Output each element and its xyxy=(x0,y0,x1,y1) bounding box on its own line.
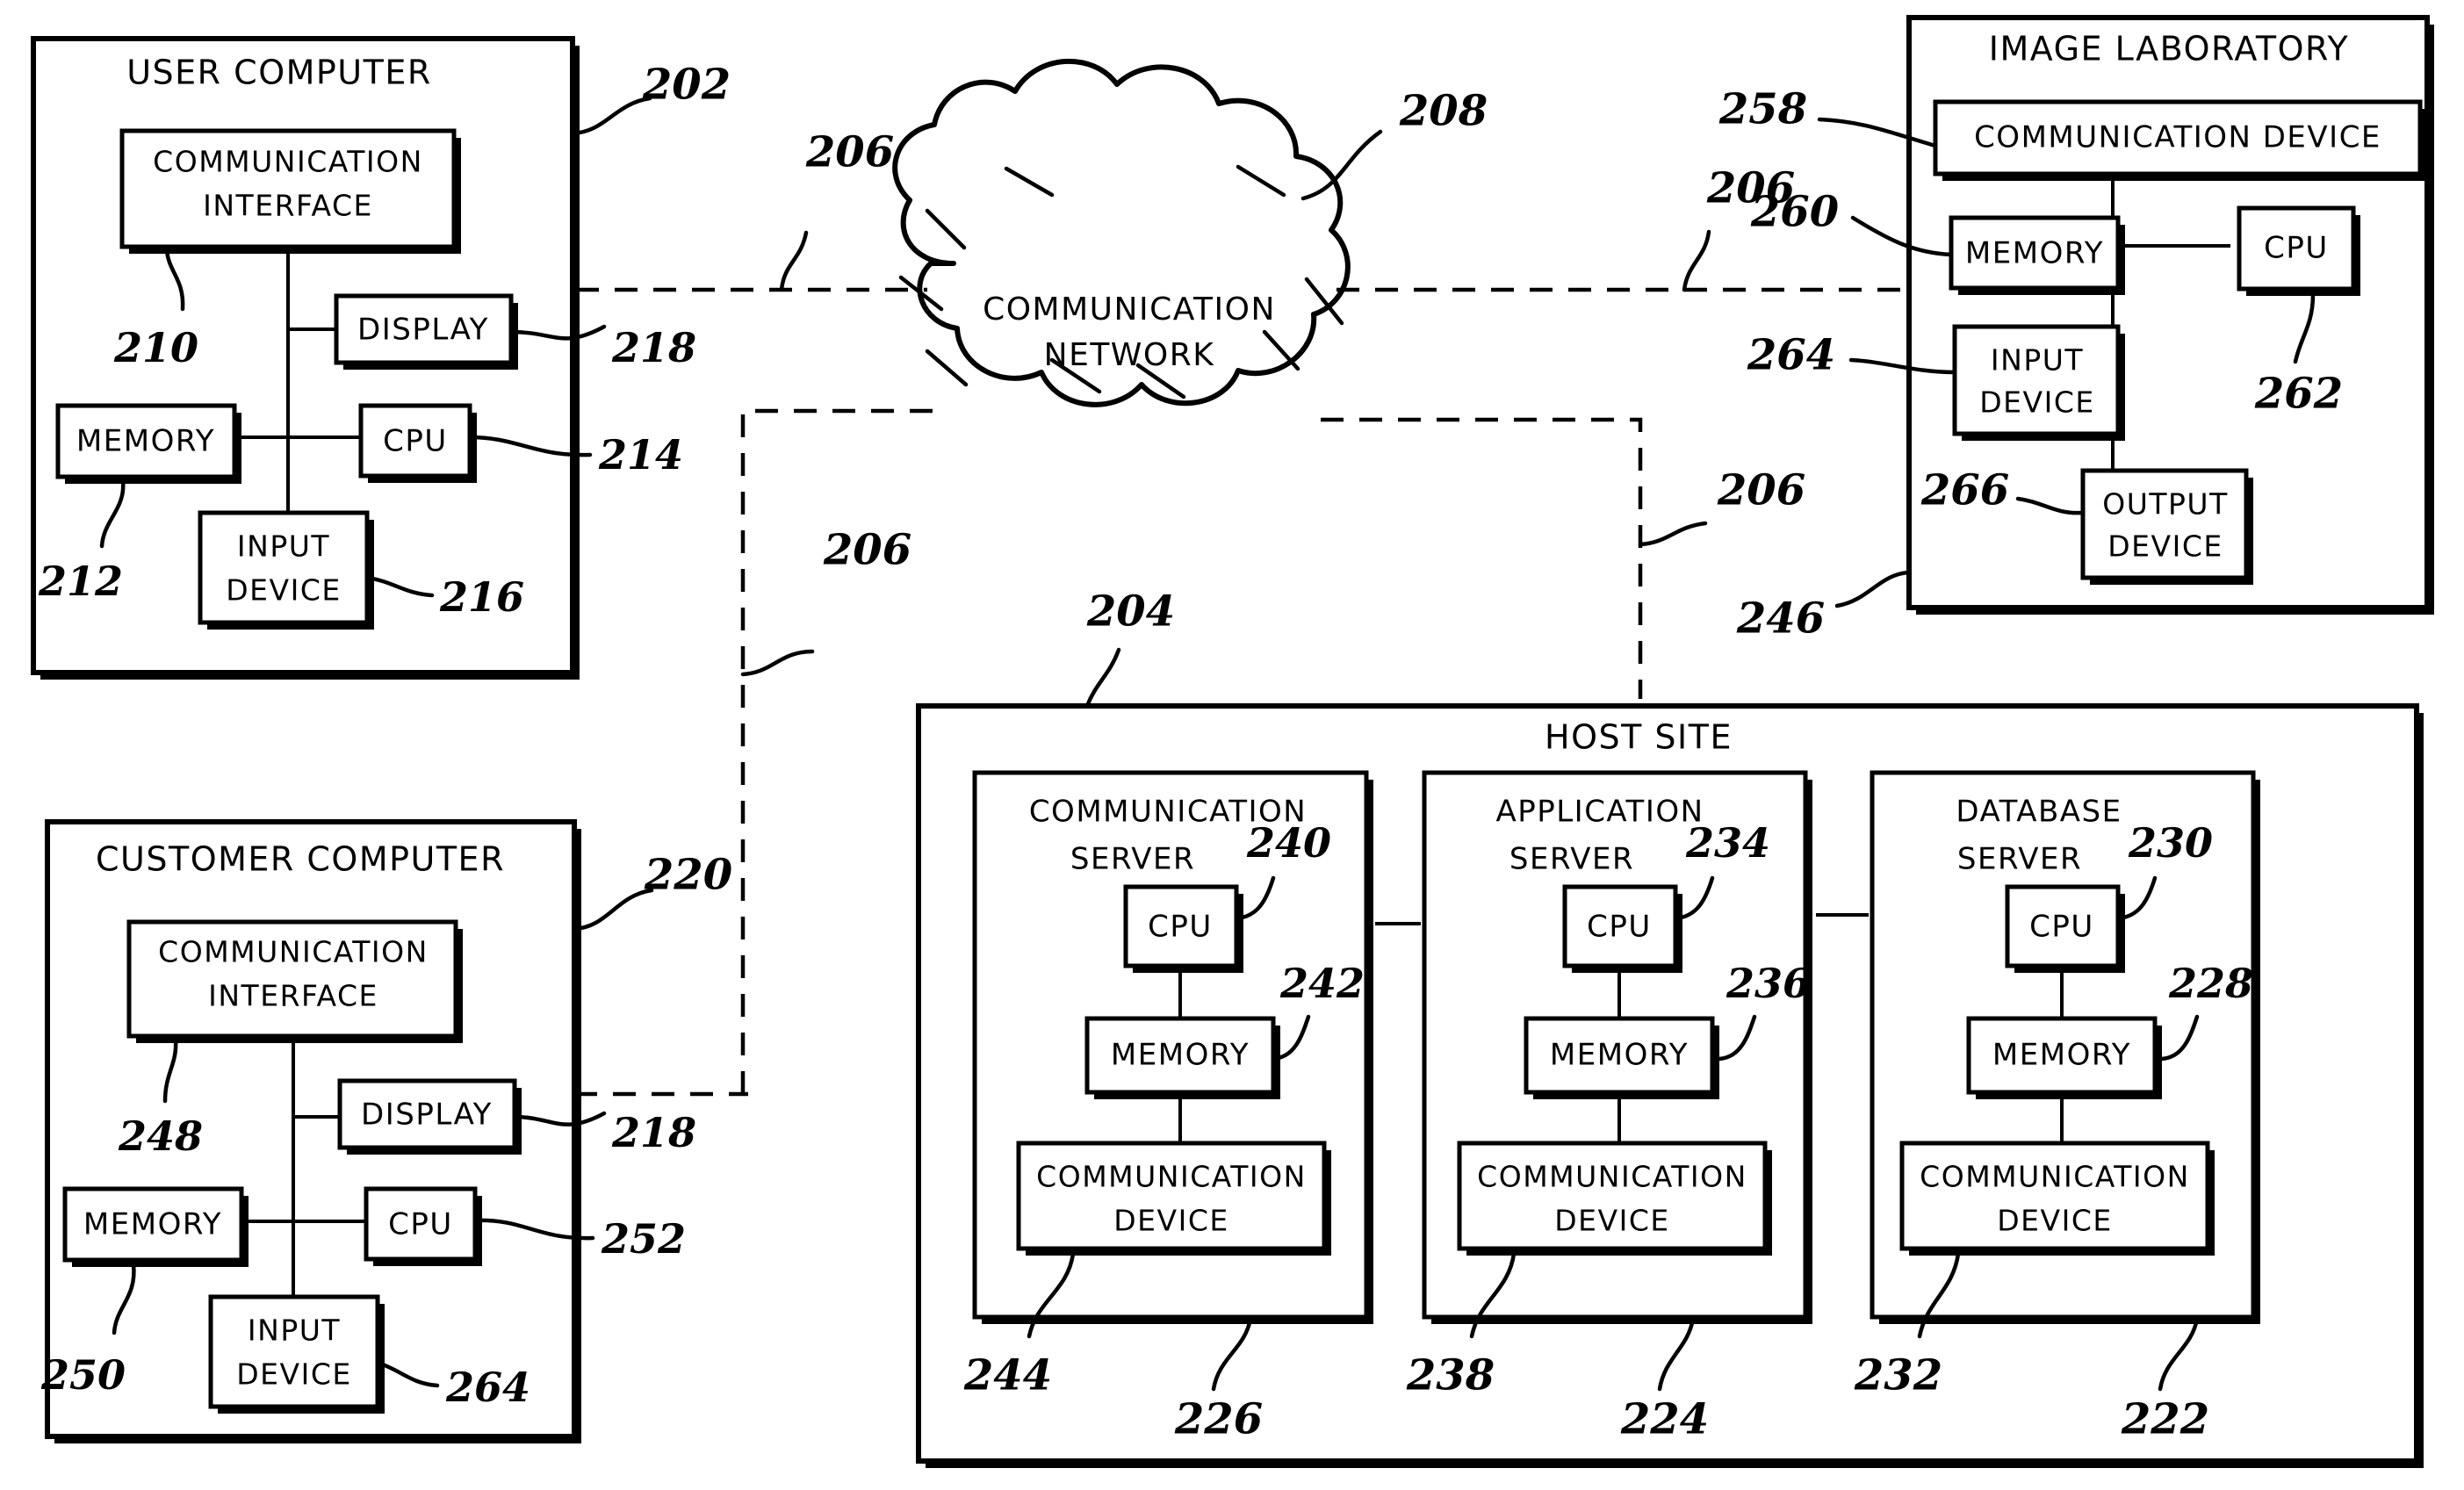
il-cpu-label: CPU xyxy=(2264,231,2329,266)
as-commdev-label-1: COMMUNICATION xyxy=(1477,1160,1747,1194)
as-memory-ref: 236 xyxy=(1726,960,1811,1007)
uc-cpu-label: CPU xyxy=(383,424,448,459)
uc-display-ref: 218 xyxy=(611,324,696,371)
host-site-ref: 204 xyxy=(1086,587,1175,637)
cc-display-label: DISPLAY xyxy=(361,1098,493,1133)
ds-commdev-ref: 232 xyxy=(1854,1351,1942,1400)
customer-computer-leader xyxy=(572,888,654,932)
cs-title-2: SERVER xyxy=(1070,842,1195,877)
uc-input-label-2: DEVICE xyxy=(226,573,341,608)
il-cpu-ref: 262 xyxy=(2254,370,2343,419)
cs-commdev-label-2: DEVICE xyxy=(1113,1204,1228,1238)
cc-cpu-label: CPU xyxy=(388,1207,453,1242)
link-206c-leader xyxy=(740,649,815,677)
cc-input-label-1: INPUT xyxy=(248,1314,341,1348)
panel-host-site: HOST SITE 204 COMMUNICATION SERVER CPU 2… xyxy=(916,587,2424,1468)
host-site-title: HOST SITE xyxy=(1545,718,1733,757)
uc-display-label: DISPLAY xyxy=(357,313,489,348)
cc-memory-ref: 250 xyxy=(40,1351,126,1399)
image-lab-leader xyxy=(1834,570,1912,608)
ds-server-ref: 222 xyxy=(2121,1395,2209,1444)
user-computer-title: USER COMPUTER xyxy=(126,54,432,92)
uc-input-ref: 216 xyxy=(439,573,524,621)
panel-user-computer: USER COMPUTER COMMUNICATION INTERFACE 21… xyxy=(31,36,731,680)
network-ref: 208 xyxy=(1399,87,1488,136)
il-commdev-label: COMMUNICATION DEVICE xyxy=(1974,120,2381,155)
host-site-leader xyxy=(1084,647,1121,709)
panel-image-laboratory: IMAGE LABORATORY COMMUNICATION DEVICE 25… xyxy=(1718,15,2434,644)
as-cpu-label: CPU xyxy=(1587,910,1652,945)
il-input-ref: 264 xyxy=(1747,331,1835,380)
as-commdev-label-2: DEVICE xyxy=(1554,1204,1669,1238)
as-memory-label: MEMORY xyxy=(1550,1038,1689,1073)
il-commdev-ref: 258 xyxy=(1718,85,1807,134)
il-input-label-2: DEVICE xyxy=(1979,385,2094,420)
ds-memory-label: MEMORY xyxy=(1992,1038,2131,1073)
network-title-1: COMMUNICATION xyxy=(983,292,1276,328)
patent-figure-canvas: USER COMPUTER COMMUNICATION INTERFACE 21… xyxy=(0,0,2464,1490)
link-host-right-path xyxy=(1321,417,1643,699)
link-206a-ref: 206 xyxy=(805,128,894,177)
as-title-2: SERVER xyxy=(1509,842,1634,877)
cc-commif-label-2: INTERFACE xyxy=(208,979,378,1013)
link-206d-leader xyxy=(1638,521,1708,547)
link-206b-leader xyxy=(1682,229,1711,292)
uc-commif-label-1: COMMUNICATION xyxy=(153,145,423,179)
cc-commif-ref: 248 xyxy=(118,1112,203,1160)
uc-input-label-1: INPUT xyxy=(237,529,330,564)
uc-memory-ref: 212 xyxy=(38,558,123,605)
cs-cpu-label: CPU xyxy=(1148,910,1213,945)
il-output-label-2: DEVICE xyxy=(2107,529,2223,564)
il-memory-label: MEMORY xyxy=(1965,236,2104,271)
ds-title-1: DATABASE xyxy=(1956,795,2122,830)
as-title-1: APPLICATION xyxy=(1495,795,1704,830)
image-lab-title: IMAGE LABORATORY xyxy=(1989,30,2349,68)
il-output-label-1: OUTPUT xyxy=(2102,487,2229,522)
user-computer-leader xyxy=(570,96,652,136)
customer-computer-title: CUSTOMER COMPUTER xyxy=(96,840,505,879)
il-memory-ref: 260 xyxy=(1750,188,1839,237)
link-206d-ref: 206 xyxy=(1717,466,1805,515)
as-commdev-ref: 238 xyxy=(1406,1351,1495,1400)
panel-customer-computer: CUSTOMER COMPUTER COMMUNICATION INTERFAC… xyxy=(40,819,732,1443)
ds-commdev-label-1: COMMUNICATION xyxy=(1920,1160,2190,1194)
cs-cpu-ref: 240 xyxy=(1246,819,1331,867)
cc-input-label-2: DEVICE xyxy=(236,1357,351,1392)
ds-cpu-label: CPU xyxy=(2029,910,2094,945)
cc-cpu-ref: 252 xyxy=(601,1215,686,1263)
cc-display-ref: 218 xyxy=(611,1109,696,1156)
as-cpu-ref: 234 xyxy=(1685,819,1770,867)
cloud-tick-6 xyxy=(925,349,969,387)
cs-memory-label: MEMORY xyxy=(1111,1038,1250,1073)
customer-computer-ref: 220 xyxy=(644,851,732,900)
image-lab-ref: 246 xyxy=(1736,594,1825,644)
ds-title-2: SERVER xyxy=(1957,842,2082,877)
il-output-ref: 266 xyxy=(1920,466,2009,515)
cc-input-ref: 264 xyxy=(445,1364,530,1411)
ds-commdev-label-2: DEVICE xyxy=(1997,1204,2112,1238)
network-title-2: NETWORK xyxy=(1044,337,1215,373)
uc-memory-label: MEMORY xyxy=(76,424,215,459)
uc-commif-label-2: INTERFACE xyxy=(203,189,373,223)
uc-commif-ref: 210 xyxy=(113,324,198,371)
cc-commif-label-1: COMMUNICATION xyxy=(158,935,429,969)
communication-network-cloud: COMMUNICATION NETWORK 208 xyxy=(892,58,1488,407)
link-206a-leader xyxy=(779,230,809,292)
diagram-svg: USER COMPUTER COMMUNICATION INTERFACE 21… xyxy=(31,15,2434,1468)
link-host-left-path xyxy=(740,408,936,1094)
il-input-label-1: INPUT xyxy=(1991,343,2084,378)
cs-commdev-label-1: COMMUNICATION xyxy=(1036,1160,1307,1194)
cs-commdev-ref: 244 xyxy=(963,1351,1052,1400)
cs-memory-ref: 242 xyxy=(1279,960,1365,1007)
ds-cpu-ref: 230 xyxy=(2128,819,2213,867)
cc-memory-label: MEMORY xyxy=(83,1207,222,1242)
uc-cpu-ref: 214 xyxy=(598,431,683,479)
ds-memory-ref: 228 xyxy=(2168,960,2253,1007)
as-server-ref: 224 xyxy=(1620,1395,1709,1444)
cs-server-ref: 226 xyxy=(1174,1395,1263,1444)
link-206c-ref: 206 xyxy=(823,526,911,575)
user-computer-ref: 202 xyxy=(642,61,731,110)
